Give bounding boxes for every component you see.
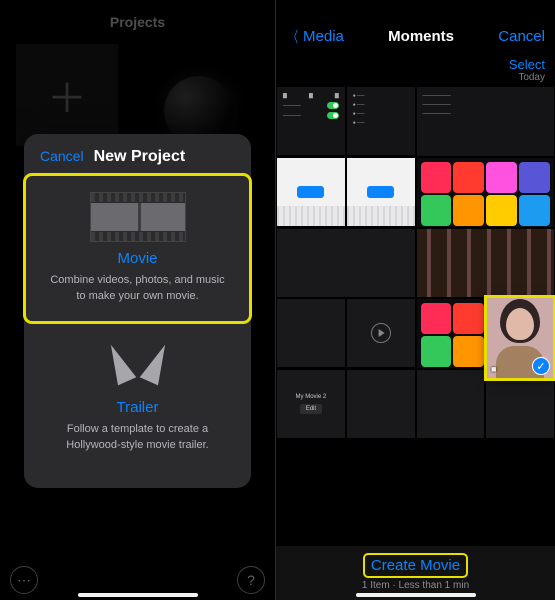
page-title: Moments <box>388 28 454 45</box>
home-indicator[interactable] <box>78 593 198 597</box>
new-project-tile[interactable]: ＋ <box>16 44 118 146</box>
selection-meta: 1 Item · Less than 1 min <box>362 580 469 591</box>
spotlight-icon <box>103 337 173 393</box>
app-icon <box>519 195 550 226</box>
checkmark-selected-icon: ✓ <box>532 357 550 375</box>
media-nav: 〈 Media Moments Cancel <box>276 20 555 55</box>
thumbnail[interactable] <box>347 158 415 226</box>
film-icon <box>90 192 186 242</box>
video-icon: ■ <box>491 364 496 374</box>
thumbnail[interactable]: ● ── ● ── ● ── ● ── <box>347 87 415 155</box>
cancel-button[interactable]: Cancel <box>40 148 84 164</box>
back-label: Media <box>303 28 344 45</box>
more-button[interactable]: ⋯ <box>10 566 38 594</box>
cancel-button[interactable]: Cancel <box>498 28 545 45</box>
thumbnail[interactable] <box>277 229 415 298</box>
app-icon <box>519 162 550 193</box>
option-movie-title: Movie <box>40 250 235 267</box>
selected-thumbnail[interactable]: ■ ✓ <box>487 298 553 378</box>
status-bar <box>276 0 555 20</box>
chevron-left-icon: 〈 <box>289 26 298 47</box>
thumbnail[interactable]: ▇▇▇ ───── ───── <box>277 87 345 155</box>
plus-icon: ＋ <box>47 66 87 124</box>
app-icon <box>453 162 484 193</box>
section-date: Today <box>518 72 545 83</box>
thumbnail[interactable] <box>277 158 345 226</box>
phone-left: Projects ＋ Cancel New Project Movie Comb… <box>0 0 276 600</box>
back-button[interactable]: 〈 Media <box>286 26 344 47</box>
section-header: Select Today <box>276 55 555 87</box>
app-icon <box>421 195 452 226</box>
projects-header: Projects <box>0 0 275 40</box>
app-icon <box>421 336 452 367</box>
app-icon <box>421 303 452 334</box>
app-icon <box>453 195 484 226</box>
mymovie-chip: Edit <box>300 404 322 414</box>
option-trailer-desc: Follow a template to create a Hollywood-… <box>38 422 237 454</box>
toggle-on-icon <box>327 112 339 119</box>
thumbnail-mymovie[interactable]: My Movie 2 Edit <box>277 370 345 438</box>
option-movie[interactable]: Movie Combine videos, photos, and music … <box>26 176 249 321</box>
mymovie-label: My Movie 2 <box>296 394 327 400</box>
bottom-toolbar: Create Movie 1 Item · Less than 1 min <box>276 546 555 600</box>
thumbnail[interactable] <box>486 370 554 438</box>
option-trailer-title: Trailer <box>38 399 237 416</box>
thumbnail[interactable] <box>347 370 415 438</box>
help-button[interactable]: ? <box>237 566 265 594</box>
app-icon <box>486 162 517 193</box>
phone-right: 〈 Media Moments Cancel Select Today ▇▇▇ … <box>276 0 555 600</box>
option-trailer[interactable]: Trailer Follow a template to create a Ho… <box>24 321 251 470</box>
app-icon <box>486 195 517 226</box>
app-icon <box>453 336 484 367</box>
thumbnail[interactable]: ──────── ──────── ──────── <box>417 87 555 156</box>
thumbnail-video[interactable] <box>347 299 415 367</box>
thumbnail[interactable] <box>417 158 555 227</box>
home-indicator[interactable] <box>356 593 476 597</box>
thumbnail[interactable] <box>277 299 345 367</box>
toggle-on-icon <box>327 102 339 109</box>
app-icon <box>421 162 452 193</box>
sheet-title: New Project <box>94 148 186 166</box>
select-link[interactable]: Select <box>509 57 545 72</box>
app-icon <box>453 303 484 334</box>
new-project-sheet: Cancel New Project Movie Combine videos,… <box>24 134 251 488</box>
create-movie-button[interactable]: Create Movie <box>365 555 466 576</box>
thumbnail[interactable] <box>417 229 555 298</box>
thumbnail[interactable] <box>417 370 485 438</box>
media-grid: ▇▇▇ ───── ───── ● ── ● ── ● ── ● ── ────… <box>276 87 555 438</box>
option-movie-desc: Combine videos, photos, and music to mak… <box>40 273 235 305</box>
